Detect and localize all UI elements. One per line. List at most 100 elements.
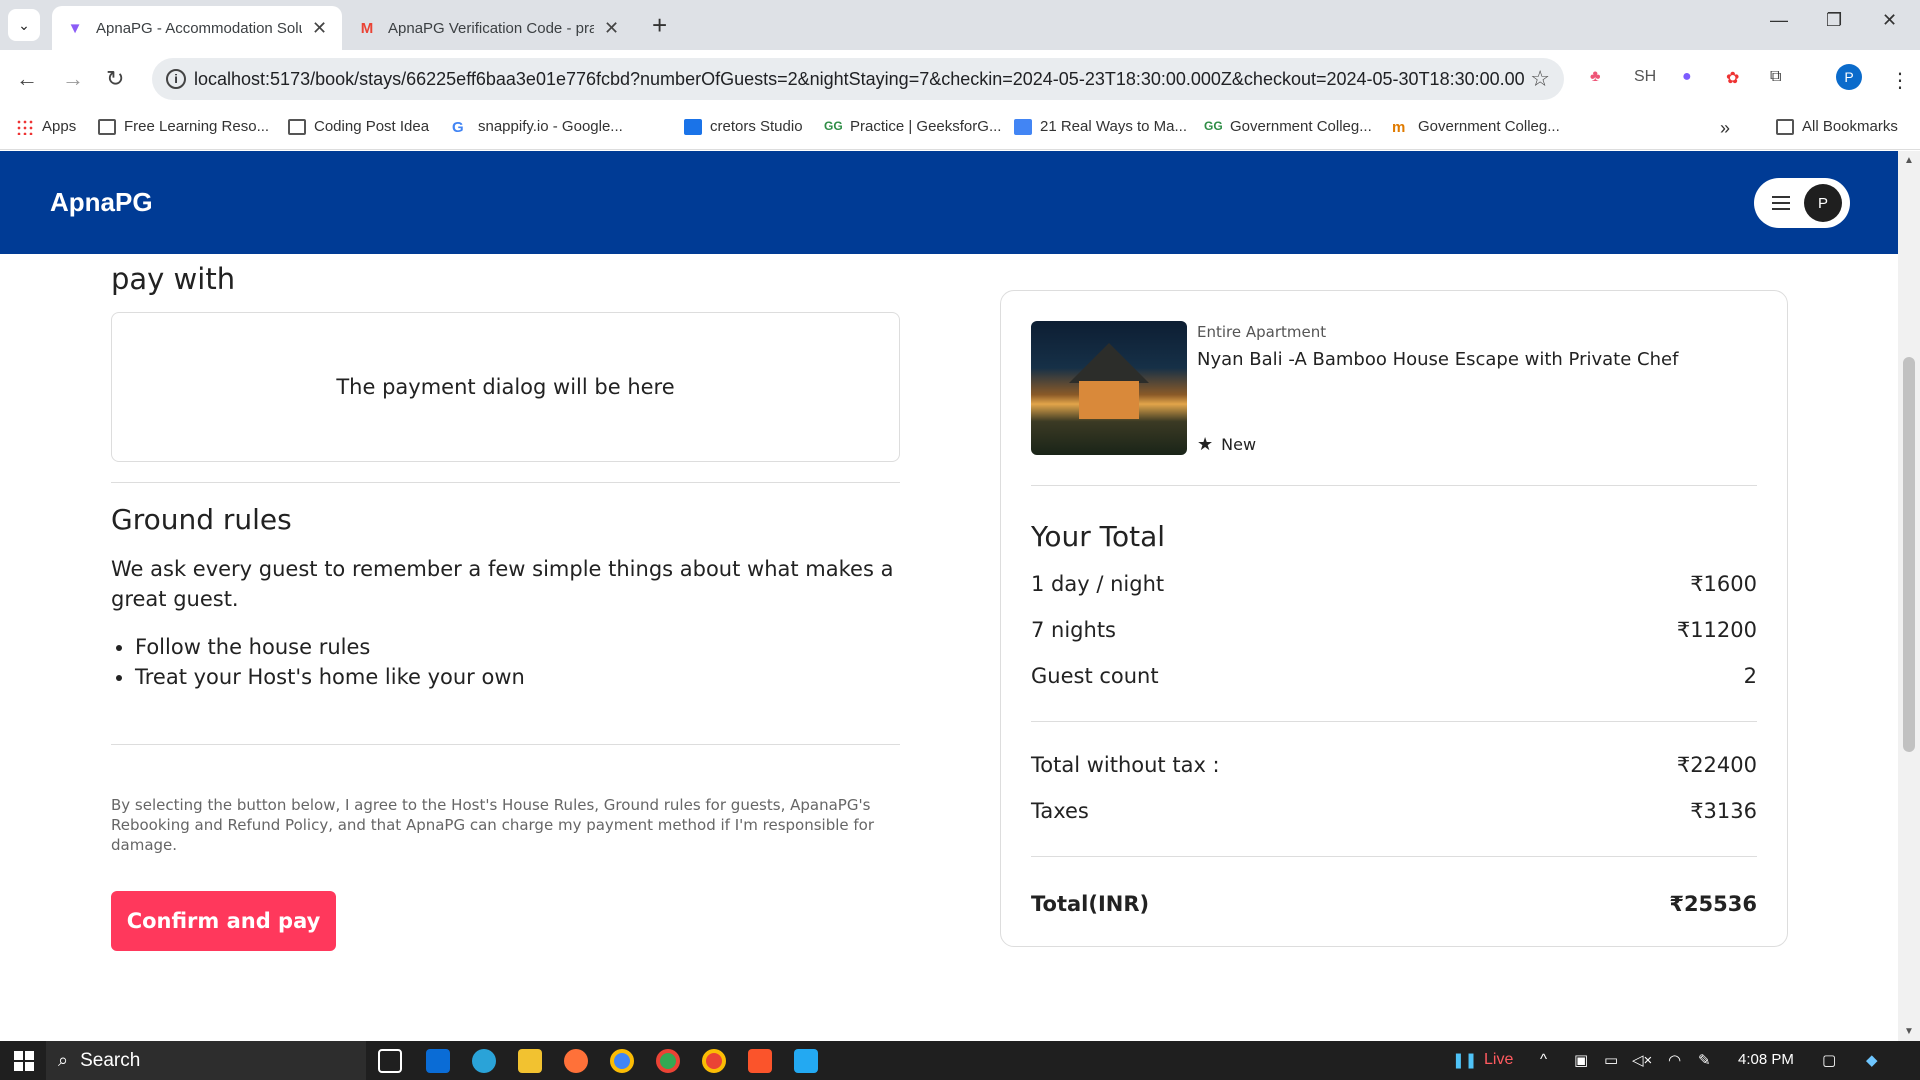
bookmark-label: All Bookmarks [1802, 118, 1898, 135]
search-label: Search [80, 1049, 141, 1071]
gmail-icon: M [360, 19, 374, 37]
close-window-button[interactable]: ✕ [1882, 10, 1897, 31]
confirm-and-pay-button[interactable]: Confirm and pay [111, 891, 336, 951]
price-value: ₹3136 [1690, 799, 1757, 823]
new-tab-button[interactable]: + [652, 10, 667, 41]
price-value: ₹22400 [1676, 753, 1757, 777]
folder-icon [98, 118, 116, 135]
bookmark-label: 21 Real Ways to Ma... [1040, 118, 1187, 135]
price-row: Total without tax : ₹22400 [1031, 742, 1757, 788]
payment-dialog[interactable]: The payment dialog will be here [111, 312, 900, 462]
live-label[interactable]: Live [1484, 1051, 1513, 1069]
divider [111, 744, 900, 745]
scroll-up-icon[interactable]: ▲ [1904, 155, 1914, 166]
wifi-icon[interactable]: ◠ [1668, 1051, 1681, 1069]
vite-icon: ▼ [67, 19, 83, 37]
edge-icon[interactable] [472, 1049, 496, 1073]
firefox-icon[interactable] [564, 1049, 588, 1073]
bookmark-snappify[interactable]: Gsnappify.io - Google... [452, 118, 623, 136]
price-breakdown: 1 day / night ₹1600 7 nights ₹11200 Guest … [1031, 561, 1757, 699]
tab-title: ApnaPG Verification Code - pra [388, 19, 594, 37]
divider [1031, 856, 1757, 857]
notifications-icon[interactable]: ▢ [1822, 1051, 1836, 1069]
ground-rules-heading: Ground rules [111, 503, 292, 536]
file-explorer-icon[interactable] [518, 1049, 542, 1073]
more-bookmarks-icon[interactable]: » [1720, 118, 1730, 139]
chrome-icon[interactable] [702, 1049, 726, 1073]
site-info-icon[interactable]: i [166, 69, 186, 89]
tab-gmail[interactable]: M ApnaPG Verification Code - pra ✕ [344, 6, 644, 50]
chevron-down-icon: ⌄ [18, 16, 30, 33]
scroll-down-icon[interactable]: ▼ [1904, 1026, 1914, 1037]
price-label: Guest count [1031, 664, 1159, 688]
bookmark-folder[interactable]: Free Learning Reso... [98, 118, 269, 135]
tab-apnapg[interactable]: ▼ ApnaPG - Accommodation Solu ✕ [52, 6, 342, 50]
doc-icon [1014, 118, 1032, 135]
url-text: localhost:5173/book/stays/66225eff6baa3e… [194, 68, 1524, 89]
forward-icon[interactable]: → [62, 66, 84, 92]
extensions-puzzle-icon[interactable]: ⧉ [1770, 68, 1781, 86]
gfg-icon: GG [1204, 118, 1223, 133]
extension-sh[interactable]: SH [1634, 68, 1656, 86]
task-view-icon[interactable] [378, 1049, 402, 1073]
tab-search-button[interactable]: ⌄ [8, 9, 40, 41]
bookmark-label: Apps [42, 118, 77, 135]
mute-icon[interactable]: ◁× [1632, 1051, 1652, 1069]
live-icon[interactable]: ❚❚ [1452, 1051, 1477, 1069]
close-tab-icon[interactable]: ✕ [312, 18, 327, 39]
reload-icon[interactable]: ↻ [106, 66, 124, 92]
battery-icon[interactable]: ▭ [1604, 1051, 1618, 1069]
price-label: Taxes [1031, 799, 1089, 823]
google-icon: G [452, 118, 464, 136]
page-scrollbar[interactable]: ▲ ▼ [1898, 151, 1920, 1041]
folder-icon [1776, 118, 1794, 135]
extension-lotus-icon[interactable]: ♣ [1590, 68, 1601, 86]
extension-drop-icon[interactable]: ● [1682, 68, 1692, 86]
meet-icon[interactable]: ▣ [1574, 1051, 1588, 1069]
property-name: Nyan Bali -A Bamboo House Escape with Pr… [1197, 349, 1679, 370]
price-label: 1 day / night [1031, 572, 1165, 596]
address-bar[interactable]: i localhost:5173/book/stays/66225eff6baa… [152, 58, 1564, 100]
price-label: Total without tax : [1031, 753, 1220, 777]
chevron-up-icon[interactable]: ^ [1540, 1051, 1547, 1068]
price-row: Guest count 2 [1031, 653, 1757, 699]
mail-icon[interactable] [426, 1049, 450, 1073]
chrome-icon[interactable] [656, 1049, 680, 1073]
bookmark-folder[interactable]: Coding Post Idea [288, 118, 429, 135]
more-menu-icon[interactable]: ⋮ [1890, 68, 1910, 93]
clock[interactable]: 4:08 PM [1738, 1051, 1794, 1068]
bookmark-apps[interactable]: Apps [16, 118, 76, 135]
back-icon[interactable]: ← [16, 66, 38, 92]
taskbar-search[interactable]: ⌕ Search [46, 1041, 366, 1080]
tax-breakdown: Total without tax : ₹22400 Taxes ₹3136 [1031, 742, 1757, 834]
bookmark-govt-college-1[interactable]: GG Government Colleg... [1204, 118, 1372, 135]
brand-logo[interactable]: ApnaPG [50, 187, 153, 218]
all-bookmarks[interactable]: All Bookmarks [1776, 118, 1898, 135]
bookmark-geeksforgeeks[interactable]: GG Practice | GeeksforG... [824, 118, 1001, 135]
vscode-icon[interactable] [794, 1049, 818, 1073]
price-value: ₹1600 [1690, 572, 1757, 596]
extension-color-icon[interactable]: ✿ [1726, 68, 1739, 88]
college-icon: m [1392, 118, 1406, 136]
bookmark-star-icon[interactable]: ☆ [1530, 66, 1550, 92]
restore-button[interactable]: ❐ [1826, 10, 1842, 31]
minimize-button[interactable]: — [1770, 10, 1788, 31]
brave-icon[interactable] [748, 1049, 772, 1073]
price-row: 1 day / night ₹1600 [1031, 561, 1757, 607]
chrome-icon[interactable] [610, 1049, 634, 1073]
price-row: 7 nights ₹11200 [1031, 607, 1757, 653]
total-value: ₹25536 [1669, 892, 1757, 916]
clapper-icon [684, 118, 702, 135]
bookmark-govt-college-2[interactable]: m Government Colleg... [1392, 118, 1560, 136]
bookmark-21-ways[interactable]: 21 Real Ways to Ma... [1014, 118, 1187, 135]
pen-icon[interactable]: ✎ [1698, 1051, 1711, 1069]
total-row: Total(INR) ₹25536 [1031, 881, 1757, 927]
windows-start-icon[interactable] [14, 1051, 34, 1071]
bookmark-cretors[interactable]: cretors Studio [684, 118, 803, 135]
close-tab-icon[interactable]: ✕ [604, 18, 619, 39]
scrollbar-thumb[interactable] [1903, 357, 1915, 752]
user-menu-button[interactable]: P [1754, 178, 1850, 228]
apps-grid-icon [16, 118, 34, 135]
profile-avatar[interactable]: P [1836, 64, 1862, 90]
copilot-icon[interactable]: ◆ [1866, 1051, 1878, 1069]
